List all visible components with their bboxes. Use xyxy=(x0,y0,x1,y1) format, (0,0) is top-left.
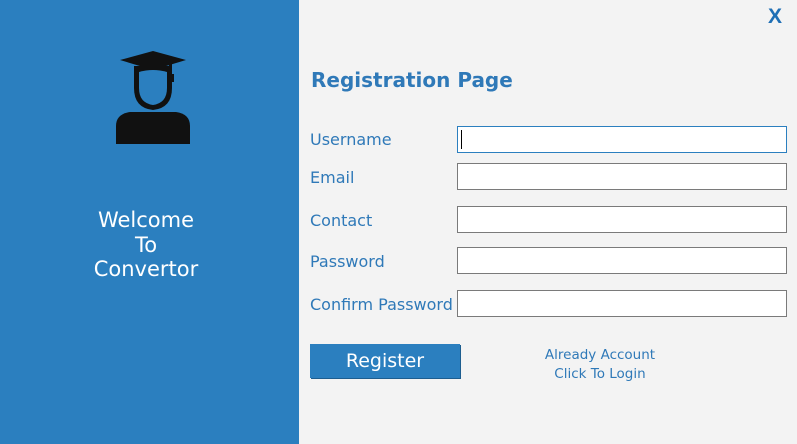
login-link[interactable]: Already Account Click To Login xyxy=(530,346,670,384)
confirm-password-label: Confirm Password xyxy=(310,295,453,314)
email-label: Email xyxy=(310,168,355,187)
confirm-password-field[interactable] xyxy=(457,290,787,317)
contact-field[interactable] xyxy=(457,206,787,233)
contact-label: Contact xyxy=(310,211,373,230)
graduate-user-icon xyxy=(116,51,190,144)
password-field[interactable] xyxy=(457,247,787,274)
text-caret xyxy=(461,130,462,149)
username-label: Username xyxy=(310,130,392,149)
password-label: Password xyxy=(310,252,385,271)
welcome-panel: Welcome To Convertor xyxy=(0,0,299,444)
login-link-line-2[interactable]: Click To Login xyxy=(530,365,670,384)
register-button[interactable]: Register xyxy=(310,344,460,378)
welcome-line-2: To xyxy=(134,232,158,257)
welcome-text: Welcome To Convertor xyxy=(0,208,292,282)
close-button[interactable]: X xyxy=(763,4,787,30)
username-field[interactable] xyxy=(457,126,787,153)
login-link-line-1[interactable]: Already Account xyxy=(530,346,670,365)
welcome-line-1: Welcome xyxy=(97,208,195,232)
welcome-line-3: Convertor xyxy=(93,257,199,281)
page-title: Registration Page xyxy=(311,68,513,92)
registration-window: Welcome To Convertor X Registration Page… xyxy=(0,0,797,444)
email-field[interactable] xyxy=(457,163,787,190)
